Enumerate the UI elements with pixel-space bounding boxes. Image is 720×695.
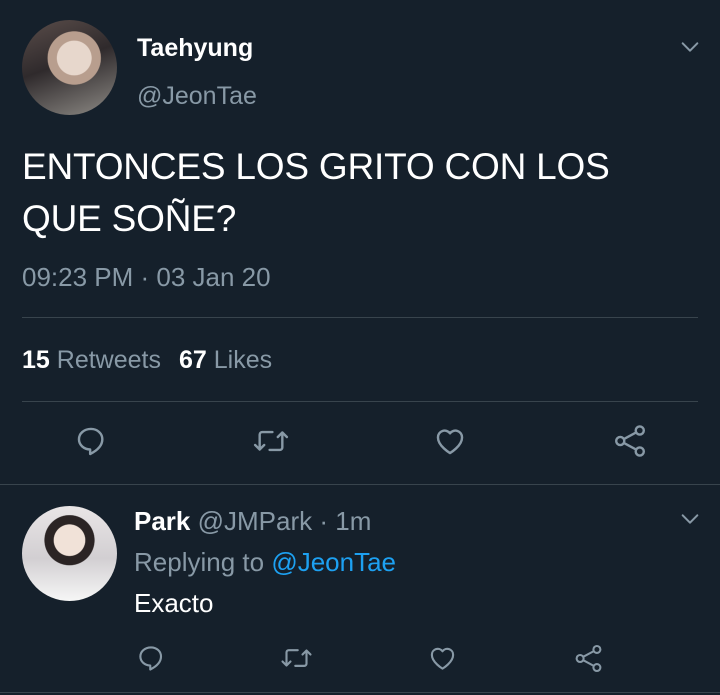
retweets-stat[interactable]: 15 Retweets (22, 346, 161, 374)
reply-author-handle[interactable]: @JMPark (198, 506, 313, 536)
replying-to-link[interactable]: @JeonTae (271, 547, 396, 577)
tweet-detail-page: Taehyung @JeonTae ENTONCES LOS GRITO CON… (0, 0, 720, 695)
retweet-icon (253, 430, 289, 452)
tweet-stats: 15 Retweets 67 Likes (22, 343, 272, 377)
share-icon (614, 425, 646, 457)
reply-icon (139, 646, 163, 671)
tweet-text: ENTONCES LOS GRITO CON LOS QUE SOÑE? (22, 146, 610, 239)
divider (22, 317, 698, 318)
author-name[interactable]: Taehyung (137, 31, 253, 65)
likes-stat[interactable]: 67 Likes (179, 346, 272, 374)
author-handle[interactable]: @JeonTae (137, 80, 257, 112)
reply-icon (77, 427, 104, 456)
retweet-button[interactable] (248, 418, 294, 464)
reply-button[interactable] (128, 635, 174, 681)
reply-text: Exacto (134, 588, 214, 618)
author-avatar[interactable] (22, 20, 117, 115)
retweets-label: Retweets (56, 346, 161, 374)
tweet-actions (0, 418, 720, 464)
like-icon (430, 647, 454, 670)
divider (22, 401, 698, 402)
divider (0, 484, 720, 485)
retweets-count: 15 (22, 346, 50, 374)
replying-to-label: Replying to (134, 547, 265, 577)
like-icon (436, 429, 464, 455)
like-button[interactable] (419, 635, 465, 681)
tweet-timestamp[interactable]: 09:23 PM · 03 Jan 20 (22, 259, 271, 295)
reply-time: 1m (335, 506, 372, 536)
chevron-down-icon[interactable] (679, 36, 701, 58)
share-button[interactable] (565, 635, 611, 681)
replying-to: Replying to @JeonTae (134, 545, 396, 579)
chevron-down-icon[interactable] (679, 508, 701, 530)
reply-header: Park @JMPark · 1m (134, 504, 371, 538)
reply-button[interactable] (68, 418, 114, 464)
likes-label: Likes (213, 346, 273, 374)
divider (0, 692, 720, 693)
like-button[interactable] (427, 418, 473, 464)
retweet-button[interactable] (273, 635, 319, 681)
reply-actions (0, 635, 720, 681)
reply-author-name[interactable]: Park (134, 506, 190, 536)
reply-author-avatar[interactable] (22, 506, 117, 601)
likes-count: 67 (178, 346, 207, 374)
separator-dot: · (319, 506, 329, 536)
share-button[interactable] (607, 418, 653, 464)
retweet-icon (280, 649, 312, 667)
share-icon (575, 644, 601, 672)
